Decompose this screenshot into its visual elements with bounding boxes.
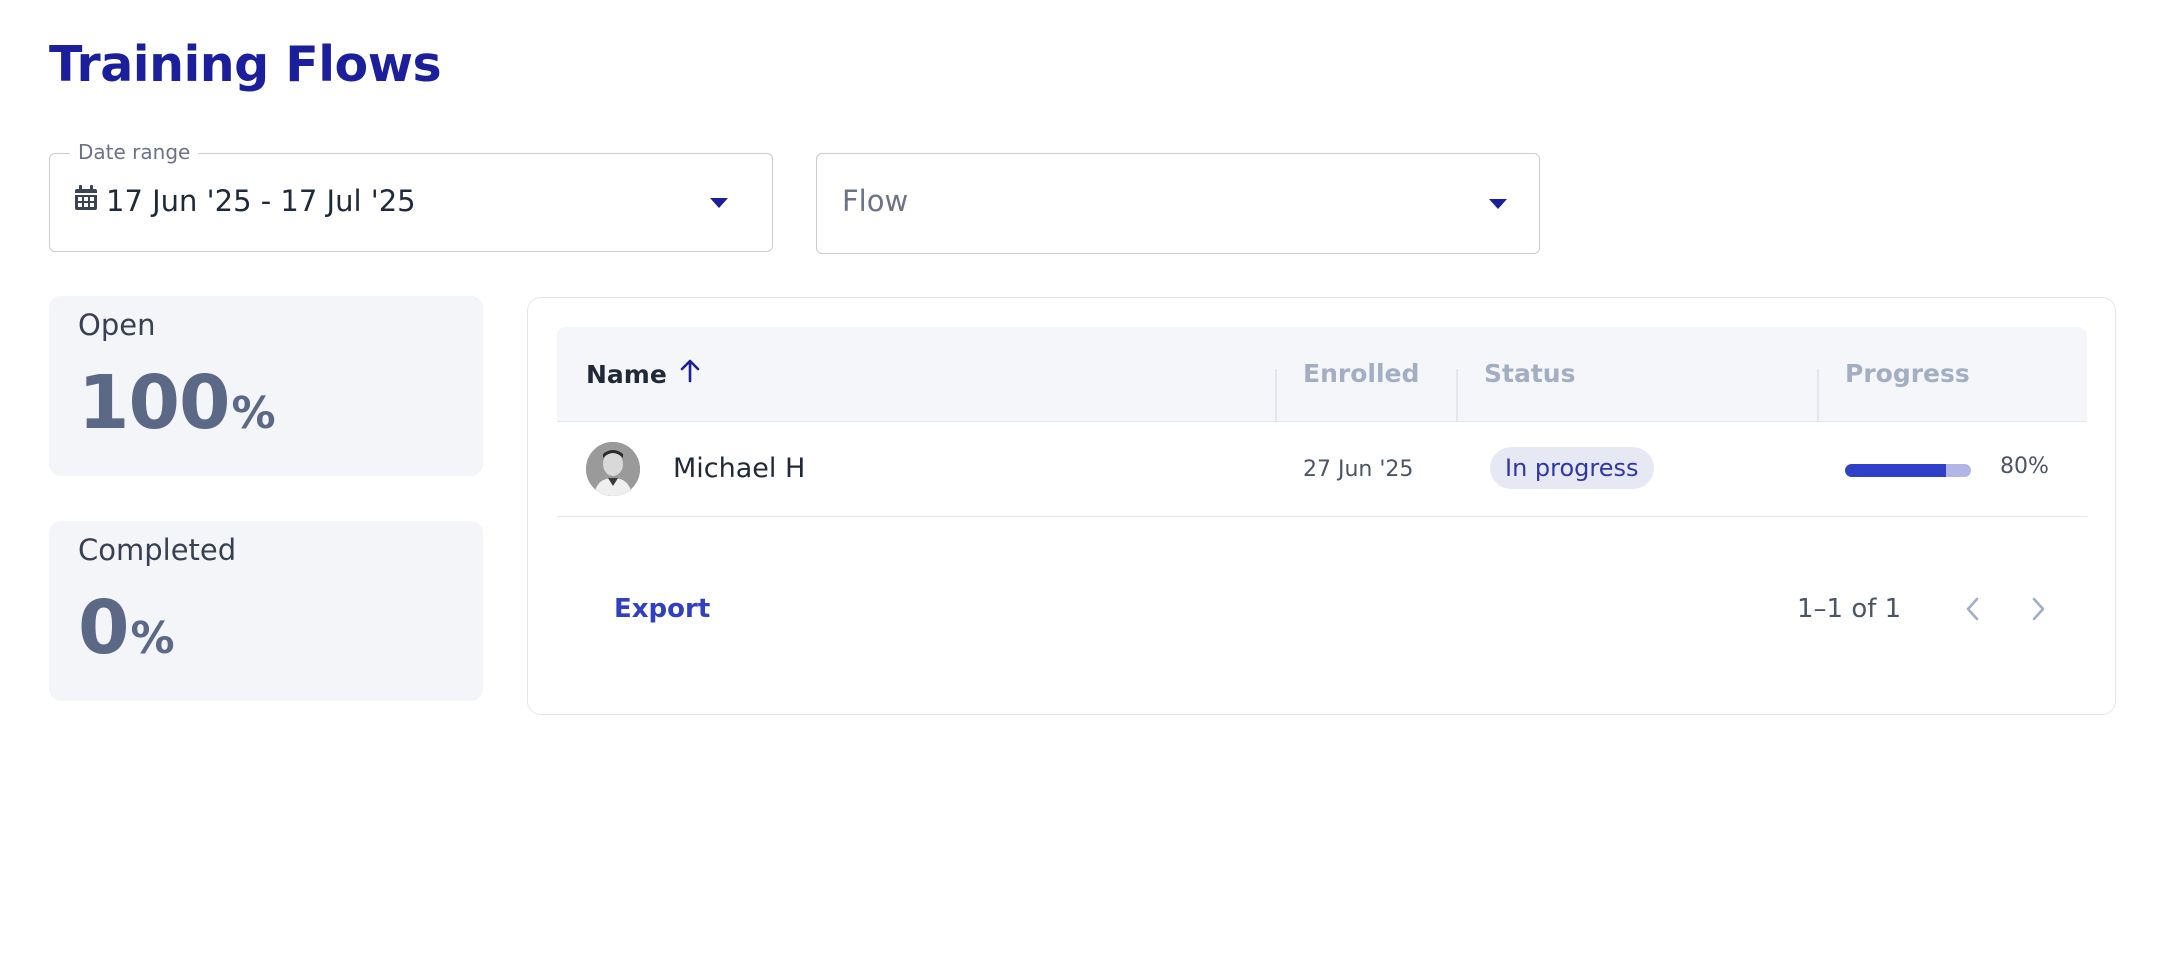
progress-bar	[1845, 464, 1971, 477]
table-header: Name Enrolled Status Progress	[557, 327, 2087, 422]
column-header-name[interactable]: Name	[586, 359, 701, 389]
completed-stat-value: 0	[78, 585, 129, 671]
export-button[interactable]: Export	[614, 594, 710, 624]
pagination-range: 1–1 of 1	[1797, 594, 1902, 624]
open-stat-card: Open 100 %	[49, 296, 483, 476]
date-range-value: 17 Jun '25 - 17 Jul '25	[106, 184, 416, 218]
arrow-up-icon[interactable]	[679, 359, 701, 389]
open-stat-value: 100	[78, 360, 230, 446]
date-range-select[interactable]: Date range 17 Jun '25 - 17 Jul '25	[49, 140, 773, 252]
user-name: Michael H	[673, 453, 806, 484]
status-badge: In progress	[1490, 447, 1654, 489]
column-separator	[1456, 369, 1458, 422]
completed-stat-label: Completed	[78, 533, 237, 567]
column-header-enrolled[interactable]: Enrolled	[1303, 359, 1419, 388]
calendar-icon	[74, 184, 98, 218]
column-header-status[interactable]: Status	[1484, 359, 1575, 388]
column-separator	[1817, 369, 1819, 422]
column-header-name-label: Name	[586, 359, 667, 389]
next-page-button[interactable]	[2021, 594, 2055, 628]
enrollments-table: Name Enrolled Status Progress Michael H …	[527, 297, 2116, 715]
completed-stat-unit: %	[130, 613, 175, 664]
enrolled-date: 27 Jun '25	[1303, 457, 1414, 482]
progress-fill	[1845, 464, 1946, 477]
column-header-progress[interactable]: Progress	[1845, 359, 1970, 388]
chevron-down-icon[interactable]	[1489, 199, 1507, 209]
chevron-right-icon	[2029, 596, 2047, 626]
open-stat-label: Open	[78, 308, 156, 342]
progress-percent: 80%	[2000, 454, 2049, 479]
column-separator	[1275, 369, 1277, 422]
chevron-left-icon	[1964, 596, 1982, 626]
chevron-down-icon[interactable]	[710, 198, 728, 208]
flow-select[interactable]: Flow	[816, 153, 1540, 254]
completed-stat-card: Completed 0 %	[49, 521, 483, 701]
previous-page-button[interactable]	[1956, 594, 1990, 628]
flow-placeholder: Flow	[842, 184, 909, 218]
page-title: Training Flows	[49, 36, 442, 93]
avatar	[586, 442, 640, 496]
table-row[interactable]: Michael H 27 Jun '25 In progress 80%	[557, 422, 2087, 517]
date-range-label: Date range	[70, 140, 199, 164]
open-stat-unit: %	[231, 388, 276, 439]
